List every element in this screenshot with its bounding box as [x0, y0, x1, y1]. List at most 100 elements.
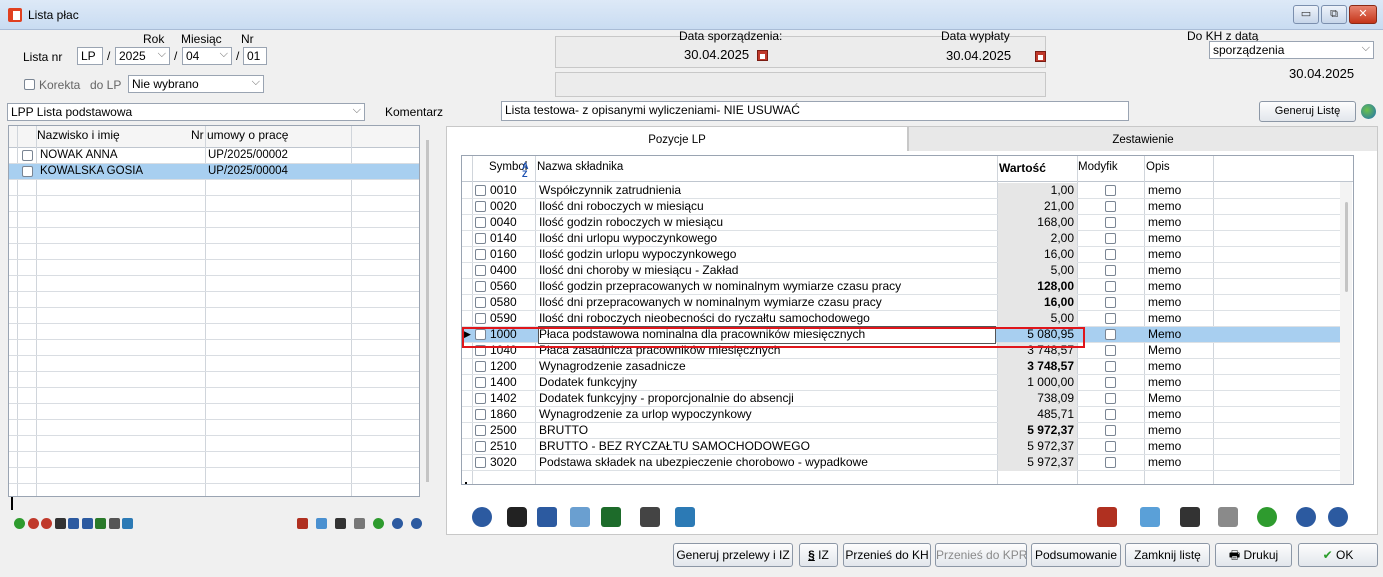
export-icon[interactable] — [122, 518, 133, 529]
position-opis[interactable]: memo — [1148, 455, 1208, 471]
row-checkbox[interactable] — [475, 329, 486, 340]
row-checkbox[interactable] — [475, 345, 486, 356]
position-opis[interactable]: memo — [1148, 407, 1208, 423]
positions-scrollbar[interactable] — [1340, 182, 1352, 484]
position-opis[interactable]: memo — [1148, 183, 1208, 199]
modyfik-checkbox[interactable] — [1105, 393, 1116, 404]
export-icon[interactable] — [675, 507, 695, 527]
next-icon[interactable] — [411, 518, 422, 529]
table-row[interactable]: 0580 Ilość dni przepracowanych w nominaln… — [462, 295, 1342, 311]
position-opis[interactable]: Memo — [1148, 391, 1208, 407]
row-checkbox[interactable] — [475, 265, 486, 276]
row-checkbox[interactable] — [22, 150, 33, 161]
table-row[interactable] — [9, 196, 419, 212]
row-checkbox[interactable] — [22, 166, 33, 177]
save-icon[interactable] — [1180, 507, 1200, 527]
position-opis[interactable]: Memo — [1148, 343, 1208, 359]
modyfik-checkbox[interactable] — [1105, 441, 1116, 452]
row-checkbox[interactable] — [475, 313, 486, 324]
link-icon[interactable] — [54, 518, 66, 529]
refresh-icon[interactable] — [373, 518, 384, 529]
position-opis[interactable]: memo — [1148, 215, 1208, 231]
komentarz-input[interactable]: Lista testowa- z opisanymi wyliczeniami-… — [501, 101, 1129, 121]
position-opis[interactable]: memo — [1148, 263, 1208, 279]
iz-button[interactable]: § IZ — [799, 543, 838, 567]
table-row[interactable]: NOWAK ANNA UP/2025/00002 — [9, 148, 419, 164]
table-row[interactable]: 2500 BRUTTO 5 972,37 memo — [462, 423, 1342, 439]
table-row[interactable] — [9, 484, 419, 496]
do-kh-date[interactable]: 30.04.2025 — [1289, 66, 1354, 81]
modyfik-checkbox[interactable] — [1105, 185, 1116, 196]
table-row[interactable] — [9, 420, 419, 436]
table-row[interactable]: 0590 Ilość dni roboczych nieobecności do … — [462, 311, 1342, 327]
position-opis[interactable]: memo — [1148, 295, 1208, 311]
table-row[interactable] — [9, 340, 419, 356]
table-row[interactable] — [9, 324, 419, 340]
row-checkbox[interactable] — [475, 233, 486, 244]
modyfik-checkbox[interactable] — [1105, 425, 1116, 436]
table-row[interactable] — [9, 452, 419, 468]
table-row[interactable]: 1860 Wynagrodzenie za urlop wypoczynkowy 4… — [462, 407, 1342, 423]
column-header-opis[interactable]: Opis — [1146, 161, 1170, 173]
tab-zestawienie[interactable]: Zestawienie — [908, 126, 1378, 152]
position-opis[interactable]: memo — [1148, 359, 1208, 375]
modyfik-checkbox[interactable] — [1105, 345, 1116, 356]
save-icon[interactable] — [335, 518, 346, 529]
position-opis[interactable]: memo — [1148, 375, 1208, 391]
modyfik-checkbox[interactable] — [1105, 201, 1116, 212]
position-opis[interactable]: memo — [1148, 199, 1208, 215]
table-row[interactable]: 1040 Płaca zasadnicza pracowników miesięc… — [462, 343, 1342, 359]
calendar-icon[interactable] — [1035, 51, 1047, 63]
position-opis[interactable]: memo — [1148, 247, 1208, 263]
chart-icon[interactable] — [1097, 507, 1117, 527]
link-icon[interactable] — [507, 507, 527, 527]
modyfik-checkbox[interactable] — [1105, 249, 1116, 260]
table-row[interactable]: 0010 Współczynnik zatrudnienia 1,00 memo — [462, 183, 1342, 199]
position-opis[interactable]: memo — [1148, 423, 1208, 439]
column-header-wartosc[interactable]: Wartość — [999, 161, 1046, 175]
maximize-button[interactable]: ⧉ — [1321, 5, 1347, 24]
document-icon[interactable] — [316, 518, 327, 529]
globe-icon[interactable] — [1361, 104, 1376, 119]
row-checkbox[interactable] — [475, 377, 486, 388]
document-icon[interactable] — [1140, 507, 1160, 527]
table-row[interactable] — [9, 356, 419, 372]
table-row[interactable]: 0160 Ilość godzin urlopu wypoczynkowego 16… — [462, 247, 1342, 263]
remove-icon[interactable] — [27, 518, 39, 529]
podsumowanie-button[interactable]: Podsumowanie — [1031, 543, 1121, 567]
nr-field[interactable]: 01 — [243, 47, 267, 65]
table-row[interactable] — [9, 404, 419, 420]
row-checkbox[interactable] — [475, 441, 486, 452]
calculator-icon[interactable] — [537, 507, 557, 527]
table-row[interactable]: 0140 Ilość dni urlopu wypoczynkowego 2,00 m… — [462, 231, 1342, 247]
korekta-checkbox[interactable] — [24, 79, 35, 90]
table-row[interactable]: 3020 Podstawa składek na ubezpieczenie ch… — [462, 455, 1342, 471]
position-opis[interactable]: memo — [1148, 439, 1208, 455]
table-row[interactable]: 0020 Ilość dni roboczych w miesiącu 21,00 m… — [462, 199, 1342, 215]
table-row[interactable]: 0560 Ilość godzin przepracowanych w nomin… — [462, 279, 1342, 295]
modyfik-checkbox[interactable] — [1105, 297, 1116, 308]
row-checkbox[interactable] — [475, 425, 486, 436]
table-row[interactable] — [9, 276, 419, 292]
table-row[interactable] — [9, 260, 419, 276]
calculator-icon[interactable] — [68, 518, 79, 529]
modyfik-checkbox[interactable] — [1105, 457, 1116, 468]
row-checkbox[interactable] — [475, 249, 486, 260]
spreadsheet-icon[interactable] — [601, 507, 621, 527]
position-opis[interactable]: memo — [1148, 231, 1208, 247]
drukuj-button[interactable]: 🖶 Drukuj — [1215, 543, 1292, 567]
table-row[interactable]: 1402 Dodatek funkcyjny - proporcjonalnie … — [462, 391, 1342, 407]
employees-scrollbar[interactable] — [426, 140, 429, 482]
generuj-przelewy-button[interactable]: Generuj przelewy i IZ — [673, 543, 793, 567]
position-opis[interactable]: Memo — [1148, 327, 1208, 343]
prev-icon[interactable] — [1296, 507, 1316, 527]
table-row[interactable]: 1400 Dodatek funkcyjny 1 000,00 memo — [462, 375, 1342, 391]
row-checkbox[interactable] — [475, 457, 486, 468]
row-checkbox[interactable] — [475, 201, 486, 212]
ok-button[interactable]: ✔ OK — [1298, 543, 1378, 567]
przenies-kh-button[interactable]: Przenieś do KH — [843, 543, 931, 567]
column-header-nazwa[interactable]: Nazwa składnika — [537, 161, 623, 173]
miesiac-select[interactable]: 04 — [182, 47, 232, 65]
add-icon[interactable] — [14, 518, 25, 529]
minimize-button[interactable]: ▭ — [1293, 5, 1319, 24]
